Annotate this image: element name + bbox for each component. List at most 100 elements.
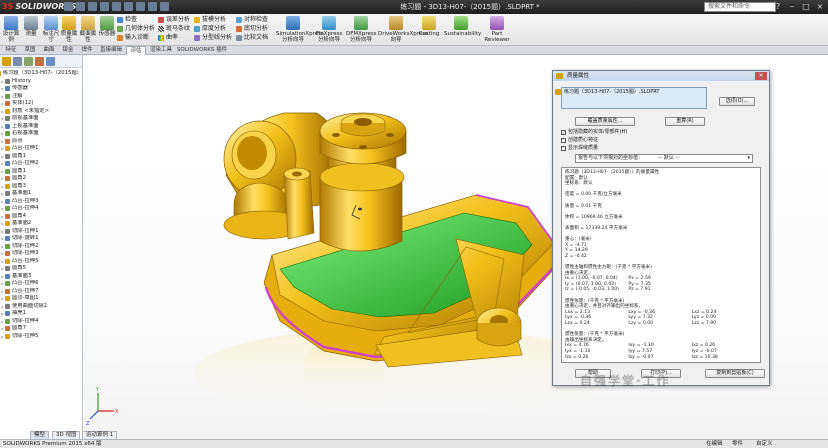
- recalculate-button[interactable]: 重算(R): [665, 117, 705, 126]
- driveworksxpress-button[interactable]: DriveWorksXpress向导: [378, 16, 428, 43]
- sensor-button[interactable]: 传感器: [98, 16, 116, 37]
- tree-item[interactable]: ▸ 切除-拉伸3: [0, 250, 82, 258]
- tab-sketch[interactable]: 草图: [21, 46, 39, 55]
- part-reviewer-button[interactable]: Part Reviewer: [482, 16, 512, 43]
- solidworks-logo[interactable]: 3S SOLIDWORKS: [2, 1, 76, 13]
- symmetry-check-button[interactable]: 对称检查: [236, 16, 268, 23]
- zebra-stripes-button[interactable]: 斑马条纹: [158, 25, 190, 32]
- include-hidden-checkbox[interactable]: ✓ 包括隐藏的实体/零部件(H): [561, 129, 627, 136]
- tree-item[interactable]: ▸ 凸台-拉伸3: [0, 198, 82, 206]
- display-manager-icon[interactable]: [46, 57, 55, 66]
- create-center-of-mass-checkbox[interactable]: 创建质心特征: [561, 137, 598, 144]
- thickness-analysis-button[interactable]: 厚度分析: [194, 25, 226, 32]
- tree-item[interactable]: ▸ 切除-拉伸1: [0, 228, 82, 236]
- coordinate-system-select[interactable]: 报告与以下项相对的坐标值： -- 默认 -- ▾: [575, 154, 753, 163]
- dfmxpress-button[interactable]: DFMXpress分析向导: [346, 16, 377, 43]
- tab-surfaces[interactable]: 曲面: [40, 46, 58, 55]
- bottom-tab-model[interactable]: 模型: [30, 431, 50, 440]
- tree-item[interactable]: ▸ 圆角7: [0, 325, 82, 333]
- markup-dimension-button[interactable]: 标注尺寸: [42, 16, 60, 43]
- tree-item[interactable]: ▸ 使用曲面切除1: [0, 303, 82, 311]
- tree-item[interactable]: ▸ History: [0, 78, 82, 86]
- tree-item[interactable]: ▸ 圆角5: [0, 265, 82, 273]
- tree-item[interactable]: ▸ 材质 <未指定>: [0, 108, 82, 116]
- show-weld-mass-checkbox[interactable]: 显示焊缝质量: [561, 145, 598, 152]
- maximize-icon[interactable]: □: [800, 1, 812, 12]
- select-arrow-icon[interactable]: [136, 2, 145, 11]
- selection-list[interactable]: 练习题（3D13-H07-（2015题）.SLDPRT: [561, 87, 707, 109]
- tree-item[interactable]: ▸ 上视基准面: [0, 123, 82, 131]
- tree-item[interactable]: 练习题（3D13-H07-（2015题）: [0, 70, 82, 78]
- tree-item[interactable]: ▸ 基准面3: [0, 273, 82, 281]
- print-icon[interactable]: [112, 2, 121, 11]
- copy-to-clipboard-button[interactable]: 复制到剪贴板(C): [705, 369, 765, 378]
- tree-item[interactable]: ▸ 凸台-拉伸2: [0, 160, 82, 168]
- tab-solidworks-addins[interactable]: SOLIDWORKS 插件: [176, 46, 228, 55]
- tree-item[interactable]: ▸ 切除-拉伸5: [0, 333, 82, 341]
- new-document-icon[interactable]: [76, 2, 85, 11]
- home-icon[interactable]: [64, 2, 73, 11]
- tab-evaluate[interactable]: 评估: [126, 46, 146, 55]
- floxpress-button[interactable]: FloXpress分析向导: [314, 16, 344, 43]
- tree-item[interactable]: ▸ 凸台-拉伸5: [0, 258, 82, 266]
- deviation-analysis-button[interactable]: 误差分析: [158, 16, 190, 23]
- design-study-button[interactable]: 设计算例: [2, 16, 20, 43]
- bottom-tab-motion-study[interactable]: 运动算例 1: [82, 431, 118, 440]
- import-diagnostics-button[interactable]: 输入诊断: [117, 34, 149, 41]
- open-folder-icon[interactable]: [88, 2, 97, 11]
- draft-analysis-button[interactable]: 拔模分析: [194, 16, 226, 23]
- check-button[interactable]: 检查: [117, 16, 137, 23]
- tree-item[interactable]: ▸ 切除-拉伸2: [0, 243, 82, 251]
- close-icon[interactable]: ×: [814, 1, 826, 12]
- options-gear-icon[interactable]: [160, 2, 169, 11]
- tree-item[interactable]: ▸ 传感器: [0, 85, 82, 93]
- tab-weldments[interactable]: 焊件: [78, 46, 96, 55]
- tree-item[interactable]: ▸ 切除-拉伸4: [0, 318, 82, 326]
- tree-item[interactable]: ▸ 圆角4: [0, 213, 82, 221]
- costing-button[interactable]: Costing: [416, 16, 442, 37]
- curvature-button[interactable]: 曲率: [158, 34, 178, 41]
- simulationxpress-button[interactable]: SimulationXpress分析向导: [276, 16, 324, 43]
- property-manager-icon[interactable]: [13, 57, 22, 66]
- tree-item[interactable]: ▸ 基准面2: [0, 220, 82, 228]
- tab-render-tools[interactable]: 渲染工具: [147, 46, 175, 55]
- bottom-tab-3d-views[interactable]: 3D 视图: [52, 431, 81, 440]
- tree-item[interactable]: ▸ 圆角2: [0, 175, 82, 183]
- geometry-analysis-button[interactable]: 几何体分析: [117, 25, 155, 32]
- help-icon[interactable]: ?: [772, 1, 784, 12]
- tab-direct-editing[interactable]: 直接编辑: [97, 46, 125, 55]
- undo-icon[interactable]: [124, 2, 133, 11]
- tab-features[interactable]: 特征: [2, 46, 20, 55]
- tree-item[interactable]: ▸ 凸台-拉伸1: [0, 145, 82, 153]
- search-input[interactable]: 搜索文件和命令: [704, 2, 776, 12]
- tree-item[interactable]: ▸ 切除-旋转1: [0, 235, 82, 243]
- override-mass-properties-button[interactable]: 覆盖质量属性...: [575, 117, 635, 126]
- tree-item[interactable]: ▸ 抽壳1: [0, 310, 82, 318]
- dialog-close-button[interactable]: ×: [755, 72, 767, 80]
- results-textbox[interactable]: 练习题（3D13-H07-（2015题））的质量属性 配置：默认 坐标系：默认 密度 …: [561, 167, 761, 363]
- rebuild-icon[interactable]: [148, 2, 157, 11]
- undercut-analysis-button[interactable]: 底切分析: [236, 25, 268, 32]
- tree-item[interactable]: ▸ 凸台-拉伸6: [0, 280, 82, 288]
- tree-item[interactable]: ▸ 注解: [0, 93, 82, 101]
- tab-sheet-metal[interactable]: 钣金: [59, 46, 77, 55]
- save-icon[interactable]: [100, 2, 109, 11]
- tree-item[interactable]: ▸ 圆顶-草图1: [0, 295, 82, 303]
- compare-documents-button[interactable]: 比较文档: [236, 34, 268, 41]
- tree-item[interactable]: ▸ 凸台-拉伸4: [0, 205, 82, 213]
- tree-item[interactable]: ▸ 圆角1: [0, 168, 82, 176]
- minimize-icon[interactable]: –: [786, 1, 798, 12]
- tree-item[interactable]: ▸ 凸台-拉伸7: [0, 288, 82, 296]
- sustainability-button[interactable]: Sustainability: [444, 16, 481, 37]
- parting-line-analysis-button[interactable]: 分型线分析: [194, 34, 232, 41]
- feature-tree-icon[interactable]: [2, 57, 11, 66]
- mass-properties-button[interactable]: 质量属性: [60, 16, 78, 43]
- tree-item[interactable]: ▸ 实体(12): [0, 100, 82, 108]
- tree-item[interactable]: ▸ 圆角1: [0, 153, 82, 161]
- tree-item[interactable]: ▸ 圆角3: [0, 183, 82, 191]
- tree-item[interactable]: ▸ 基准面1: [0, 190, 82, 198]
- configuration-manager-icon[interactable]: [24, 57, 33, 66]
- tree-item[interactable]: ▸ 原点: [0, 138, 82, 146]
- options-button[interactable]: 选项(O)...: [719, 97, 755, 106]
- measure-button[interactable]: 测量: [22, 16, 40, 37]
